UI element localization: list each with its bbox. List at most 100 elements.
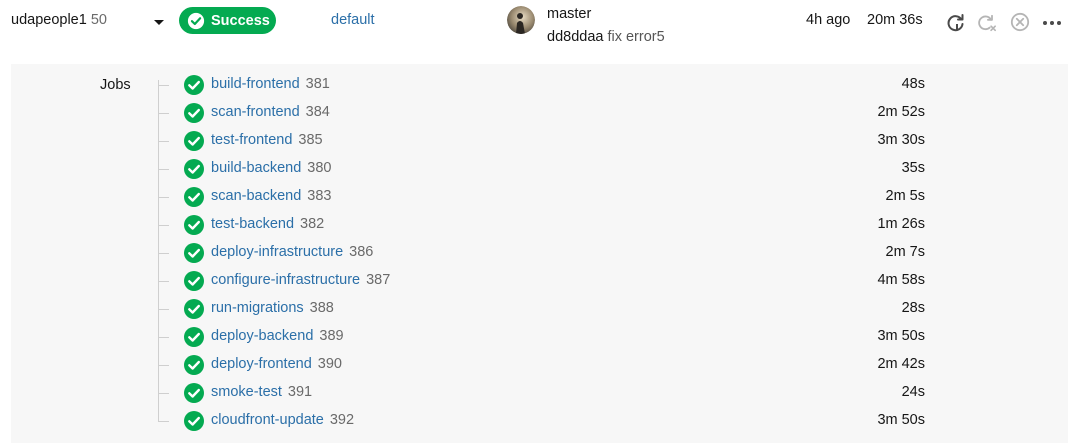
success-check-icon bbox=[184, 131, 204, 151]
job-name[interactable]: deploy-infrastructure bbox=[211, 244, 343, 260]
avatar[interactable] bbox=[507, 6, 535, 34]
rerun-failed-icon[interactable] bbox=[977, 12, 997, 32]
job-duration: 3m 50s bbox=[877, 328, 925, 344]
time-ago: 4h ago bbox=[806, 12, 851, 28]
job-duration: 2m 52s bbox=[877, 104, 925, 120]
job-row-smoke-test[interactable]: smoke-test 391 24s bbox=[158, 379, 928, 407]
job-number: 385 bbox=[298, 132, 323, 148]
tree-connector bbox=[158, 365, 169, 366]
success-check-icon bbox=[184, 215, 204, 235]
job-duration: 4m 58s bbox=[877, 272, 925, 288]
job-number: 387 bbox=[366, 272, 391, 288]
cancel-icon[interactable] bbox=[1010, 12, 1030, 32]
job-number: 380 bbox=[307, 160, 332, 176]
job-row-deploy-frontend[interactable]: deploy-frontend 390 2m 42s bbox=[158, 351, 928, 379]
rerun-icon[interactable] bbox=[946, 12, 966, 32]
tree-connector bbox=[158, 141, 169, 142]
job-name[interactable]: deploy-backend bbox=[211, 328, 313, 344]
job-duration: 24s bbox=[901, 384, 925, 400]
job-duration: 3m 30s bbox=[877, 132, 925, 148]
jobs-panel: Jobs build-frontend 381 48s scan-frontend… bbox=[11, 64, 1068, 443]
tree-connector bbox=[158, 309, 169, 310]
project-info: udapeople1 50 bbox=[11, 12, 107, 28]
job-number: 386 bbox=[349, 244, 374, 260]
job-name[interactable]: test-frontend bbox=[211, 132, 292, 148]
chevron-down-icon[interactable] bbox=[152, 15, 166, 29]
success-check-icon bbox=[184, 299, 204, 319]
tree-connector bbox=[158, 337, 169, 338]
job-name[interactable]: configure-infrastructure bbox=[211, 272, 360, 288]
success-check-icon bbox=[184, 411, 204, 431]
job-row-test-frontend[interactable]: test-frontend 385 3m 30s bbox=[158, 127, 928, 155]
more-options-icon[interactable] bbox=[1042, 12, 1062, 32]
job-row-build-frontend[interactable]: build-frontend 381 48s bbox=[158, 71, 928, 99]
status-badge[interactable]: Success bbox=[179, 7, 276, 34]
success-check-icon bbox=[184, 159, 204, 179]
tree-connector bbox=[158, 197, 169, 198]
job-number: 391 bbox=[287, 384, 313, 400]
job-row-deploy-infrastructure[interactable]: deploy-infrastructure 386 2m 7s bbox=[158, 239, 928, 267]
job-duration: 1m 26s bbox=[877, 216, 925, 232]
job-name[interactable]: test-backend bbox=[211, 216, 294, 232]
commit-sha[interactable]: dd8ddaa bbox=[547, 29, 603, 45]
job-row-scan-frontend[interactable]: scan-frontend 384 2m 52s bbox=[158, 99, 928, 127]
success-check-icon bbox=[184, 243, 204, 263]
project-name[interactable]: udapeople1 bbox=[11, 12, 87, 28]
job-row-test-backend[interactable]: test-backend 382 1m 26s bbox=[158, 211, 928, 239]
tree-connector bbox=[158, 169, 169, 170]
tree-connector bbox=[158, 281, 169, 282]
job-name[interactable]: cloudfront-update bbox=[211, 412, 324, 428]
job-name[interactable]: smoke-test bbox=[211, 384, 282, 400]
job-name[interactable]: scan-frontend bbox=[211, 104, 300, 120]
job-row-configure-infrastructure[interactable]: configure-infrastructure 387 4m 58s bbox=[158, 267, 928, 295]
job-duration: 3m 50s bbox=[877, 412, 925, 428]
job-name[interactable]: build-backend bbox=[211, 160, 301, 176]
job-name[interactable]: run-migrations bbox=[211, 300, 304, 316]
job-row-cloudfront-update[interactable]: cloudfront-update 392 3m 50s bbox=[158, 407, 928, 435]
job-duration: 2m 7s bbox=[885, 244, 926, 260]
success-check-icon bbox=[184, 75, 204, 95]
job-number: 389 bbox=[319, 328, 344, 344]
job-duration: 35s bbox=[901, 160, 925, 176]
job-name[interactable]: build-frontend bbox=[211, 76, 300, 92]
success-check-icon bbox=[184, 271, 204, 291]
tree-connector bbox=[158, 253, 169, 254]
job-number: 390 bbox=[317, 356, 342, 372]
jobs-label: Jobs bbox=[100, 77, 131, 93]
success-check-icon bbox=[184, 187, 204, 207]
commit-info: dd8ddaa fix error5 bbox=[547, 29, 665, 45]
pipeline-duration: 20m 36s bbox=[867, 12, 923, 28]
job-number: 383 bbox=[307, 188, 332, 204]
job-number: 388 bbox=[309, 300, 334, 316]
job-duration: 2m 42s bbox=[877, 356, 925, 372]
job-row-deploy-backend[interactable]: deploy-backend 389 3m 50s bbox=[158, 323, 928, 351]
pipeline-header: udapeople1 50 Success default master dd8… bbox=[0, 0, 1074, 62]
pipeline-number[interactable]: 50 bbox=[91, 12, 107, 28]
success-check-icon bbox=[184, 327, 204, 347]
job-row-run-migrations[interactable]: run-migrations 388 28s bbox=[158, 295, 928, 323]
commit-message: fix error5 bbox=[607, 29, 665, 45]
job-duration: 48s bbox=[901, 76, 925, 92]
workflow-link[interactable]: default bbox=[331, 12, 375, 28]
job-number: 381 bbox=[305, 76, 330, 92]
job-name[interactable]: deploy-frontend bbox=[211, 356, 312, 372]
job-duration: 28s bbox=[901, 300, 925, 316]
tree-connector bbox=[158, 225, 169, 226]
success-check-icon bbox=[184, 103, 204, 123]
job-number: 384 bbox=[305, 104, 330, 120]
check-circle-icon bbox=[187, 12, 205, 30]
success-check-icon bbox=[184, 355, 204, 375]
job-row-scan-backend[interactable]: scan-backend 383 2m 5s bbox=[158, 183, 928, 211]
status-label: Success bbox=[211, 12, 270, 29]
job-duration: 2m 5s bbox=[885, 188, 926, 204]
tree-connector bbox=[158, 393, 169, 394]
job-name[interactable]: scan-backend bbox=[211, 188, 301, 204]
job-number: 382 bbox=[300, 216, 325, 232]
branch-name[interactable]: master bbox=[547, 6, 591, 22]
tree-connector bbox=[158, 85, 169, 86]
success-check-icon bbox=[184, 383, 204, 403]
job-row-build-backend[interactable]: build-backend 380 35s bbox=[158, 155, 928, 183]
tree-connector bbox=[158, 113, 169, 114]
job-number: 392 bbox=[329, 412, 355, 428]
tree-connector bbox=[158, 421, 169, 422]
